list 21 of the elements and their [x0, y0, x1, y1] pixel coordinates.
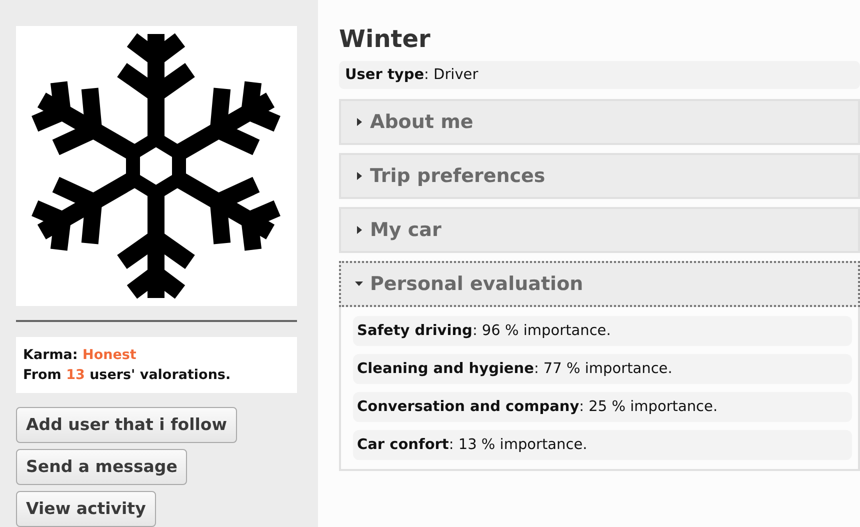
accordion-header[interactable]: About me — [339, 99, 860, 145]
evaluation-item: Cleaning and hygiene: 77 % importance. — [353, 354, 852, 384]
user-type-row: User type: Driver — [339, 61, 860, 89]
action-button[interactable]: Send a message — [16, 449, 188, 485]
valoration-count: 13 — [66, 367, 85, 383]
from-label: From — [23, 367, 62, 383]
evaluation-item: Conversation and company: 25 % importance. — [353, 392, 852, 422]
caret-icon — [355, 225, 363, 235]
karma-value: Honest — [82, 347, 136, 363]
karma-label: Karma: — [23, 347, 78, 363]
accordion-header[interactable]: Trip preferences — [339, 153, 860, 199]
accordion-header[interactable]: Personal evaluation — [339, 261, 860, 307]
valorations-label: users' valorations. — [90, 367, 231, 383]
caret-icon — [355, 171, 363, 181]
evaluation-item: Safety driving: 96 % importance. — [353, 316, 852, 346]
profile-title: Winter — [339, 24, 432, 54]
evaluation-item: Car confort: 13 % importance. — [353, 430, 852, 460]
caret-icon — [355, 117, 363, 127]
action-button[interactable]: Add user that i follow — [16, 407, 237, 443]
action-button[interactable]: View activity — [16, 491, 156, 527]
accordion-header[interactable]: My car — [339, 207, 860, 253]
